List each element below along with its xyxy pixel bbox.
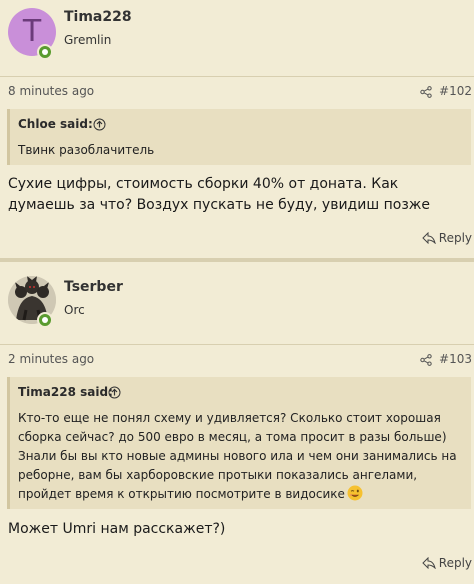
quote-block: Tima228 said: Кто-то еще не понял схему … xyxy=(7,377,471,509)
reply-label: Reply xyxy=(438,556,472,570)
quote-author[interactable]: Tima228 said: xyxy=(18,385,113,399)
post-number[interactable]: #103 xyxy=(439,352,472,366)
message-body: Сухие цифры, стоимость сборки 40% от дон… xyxy=(8,176,430,213)
username[interactable]: Tima228 xyxy=(64,9,132,25)
post-number[interactable]: #102 xyxy=(439,84,472,98)
share-icon[interactable] xyxy=(420,354,432,366)
post-time[interactable]: 2 minutes ago xyxy=(8,352,94,366)
reply-icon xyxy=(422,232,436,244)
quote-block: Chloe said: Твинк разоблачитель xyxy=(7,109,471,165)
post-time[interactable]: 8 minutes ago xyxy=(8,84,94,98)
wink-emoji-icon xyxy=(347,485,363,501)
username[interactable]: Tserber xyxy=(64,279,123,295)
reply-label: Reply xyxy=(438,231,472,245)
post-102: T Tima228 Gremlin 8 minutes ago #102 Chl… xyxy=(0,0,474,258)
reply-button[interactable]: Reply xyxy=(422,555,472,571)
reply-icon xyxy=(422,557,436,569)
quote-author[interactable]: Chloe said: xyxy=(18,117,93,131)
reply-button[interactable]: Reply xyxy=(422,230,472,246)
share-icon[interactable] xyxy=(420,86,432,98)
quote-arrow-icon[interactable] xyxy=(93,118,106,131)
message-body: Может Umri нам расскажет?) xyxy=(8,521,226,537)
post-103: Tserber Orc 2 minutes ago #103 Tima228 s… xyxy=(0,262,474,584)
user-title: Gremlin xyxy=(64,33,112,47)
quote-arrow-icon[interactable] xyxy=(108,386,121,399)
quote-text-content: Кто-то еще не понял схему и удивляется? … xyxy=(18,411,457,501)
user-title: Orc xyxy=(64,303,85,317)
quote-text: Кто-то еще не понял схему и удивляется? … xyxy=(18,409,463,504)
online-status-icon xyxy=(37,44,53,60)
divider xyxy=(0,76,474,77)
online-status-icon xyxy=(37,312,53,328)
divider xyxy=(0,344,474,345)
quote-text: Твинк разоблачитель xyxy=(18,143,155,157)
